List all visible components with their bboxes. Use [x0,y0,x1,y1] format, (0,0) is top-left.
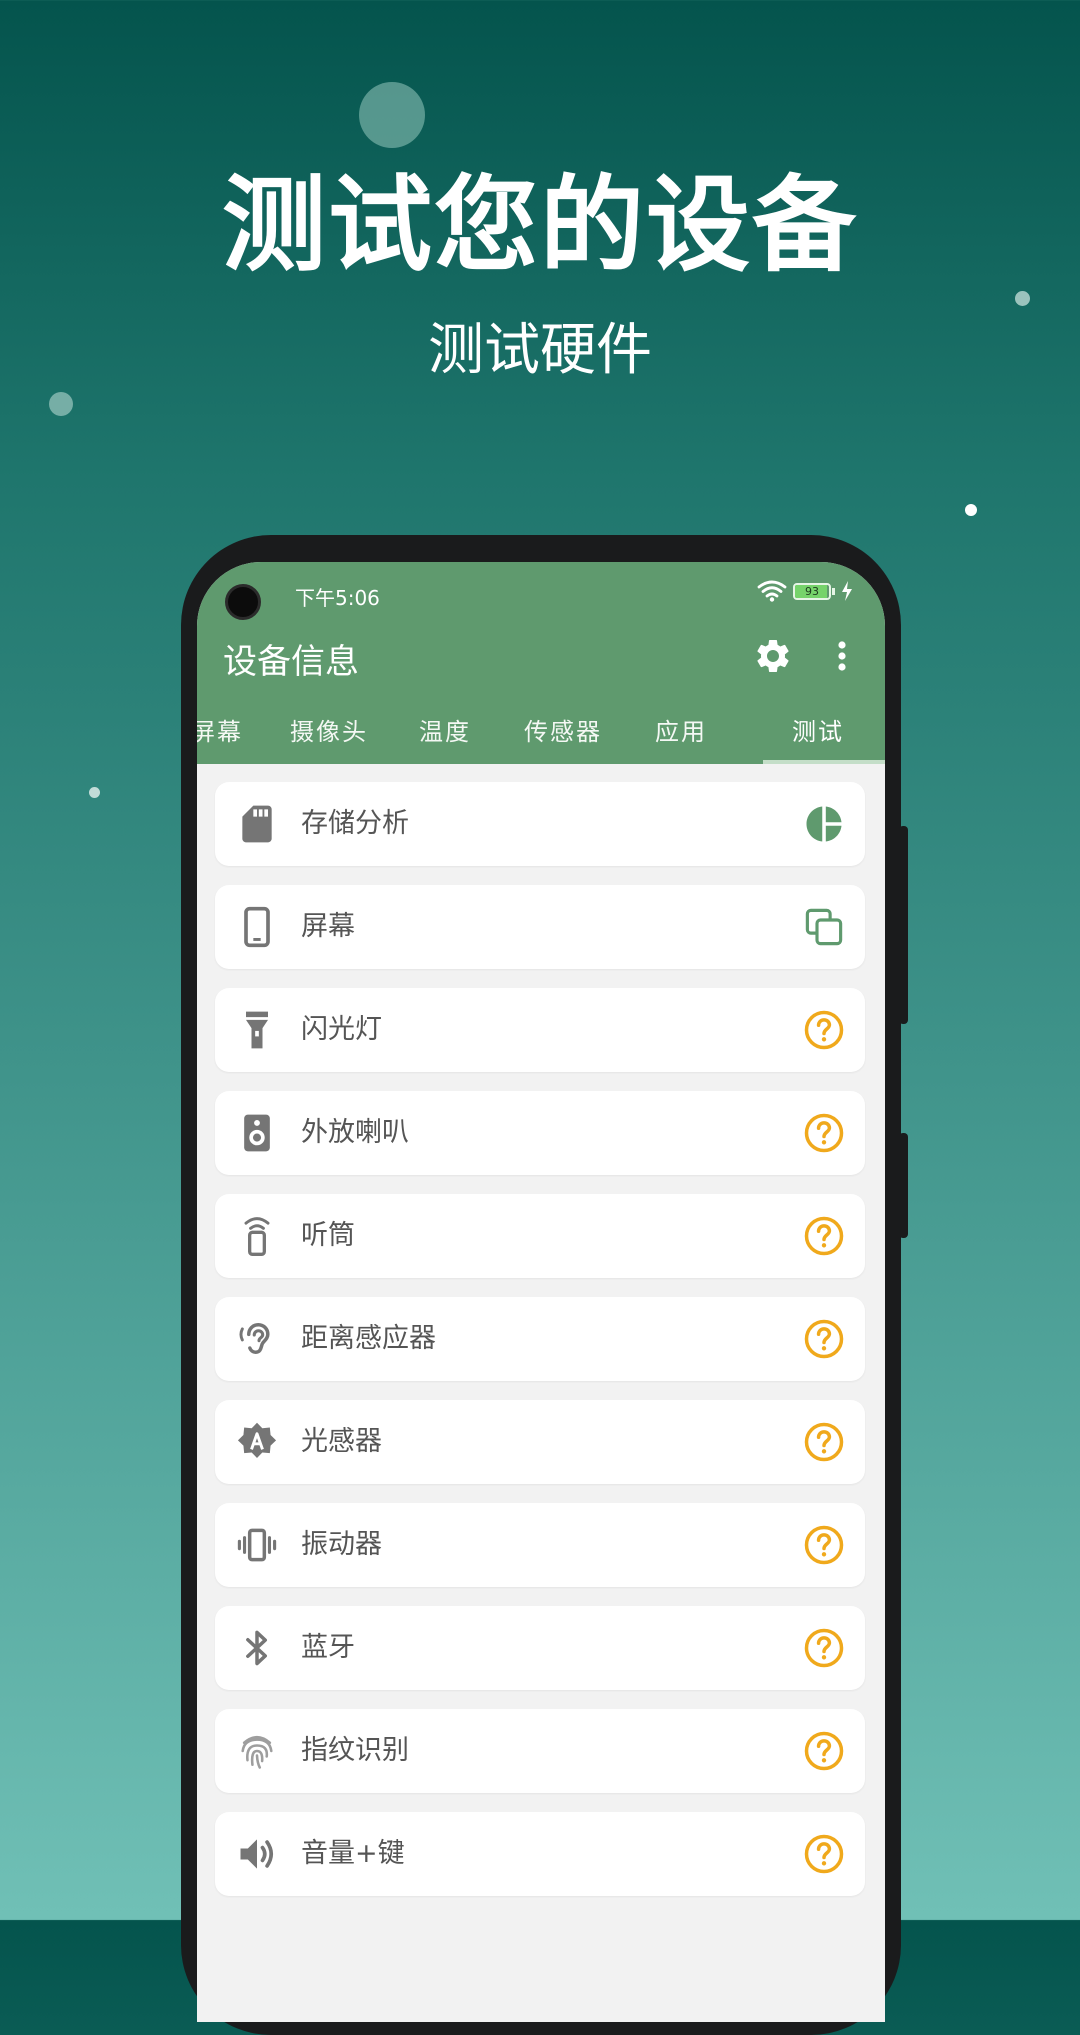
test-item-label: 蓝牙 [301,1632,355,1663]
charging-icon [842,581,852,601]
battery-level: 93 [805,584,819,598]
volume-icon [240,1839,274,1869]
app-title: 设备信息 [223,642,359,682]
tab-indicator [763,760,885,764]
tab-bar: 屏幕 摄像头 温度 传感器 应用 测试 [197,712,885,764]
test-item-vibrator[interactable]: 振动器 [215,1503,865,1587]
tab-screen[interactable]: 屏幕 [197,712,255,764]
test-item-screen[interactable]: 屏幕 [215,885,865,969]
bluetooth-icon [246,1630,267,1666]
decor-dot [359,82,425,148]
promo-headline: 测试您的设备 [221,164,858,286]
question-icon[interactable] [803,1215,845,1257]
decor-dot [89,787,100,798]
question-icon[interactable] [803,1627,845,1669]
more-vert-icon[interactable] [827,636,857,676]
fingerprint-icon [241,1735,273,1769]
question-icon[interactable] [803,1009,845,1051]
question-icon[interactable] [803,1112,845,1154]
test-item-label: 听筒 [301,1220,355,1251]
status-time: 下午5:06 [295,586,380,610]
promo-subheadline: 测试硬件 [428,318,652,383]
test-item-proximity[interactable]: 距离感应器 [215,1297,865,1381]
app-bar: 下午5:06 93 设备信息 屏幕 摄像头 温度 传感器 应用 测试 [197,562,885,764]
question-icon[interactable] [803,1318,845,1360]
phone-frame: 下午5:06 93 设备信息 屏幕 摄像头 温度 传感器 应用 测试 存储分析 … [181,535,901,2035]
phone-screen: 下午5:06 93 设备信息 屏幕 摄像头 温度 传感器 应用 测试 存储分析 … [197,562,885,2022]
pie-chart-icon[interactable] [803,803,845,845]
test-item-light-sensor[interactable]: 光感器 [215,1400,865,1484]
question-icon[interactable] [803,1833,845,1875]
tab-temperature[interactable]: 温度 [395,712,495,764]
test-item-speaker[interactable]: 外放喇叭 [215,1091,865,1175]
test-item-label: 屏幕 [301,911,355,942]
question-icon[interactable] [803,1524,845,1566]
camera-hole [225,584,261,620]
decor-dot [49,392,73,416]
status-icons: 93 [757,580,853,602]
battery-icon: 93 [793,582,835,600]
decor-dot [965,504,977,516]
test-item-label: 音量+键 [301,1838,405,1869]
test-item-label: 振动器 [301,1529,382,1560]
test-item-label: 指纹识别 [301,1735,409,1766]
test-item-label: 距离感应器 [301,1323,436,1354]
ear-icon [239,1322,270,1354]
test-item-label: 存储分析 [301,808,409,839]
gear-icon[interactable] [753,636,793,676]
question-icon[interactable] [803,1730,845,1772]
vibration-icon [237,1528,277,1562]
test-item-earpiece[interactable]: 听筒 [215,1194,865,1278]
tab-camera[interactable]: 摄像头 [271,712,387,764]
test-item-flashlight[interactable]: 闪光灯 [215,988,865,1072]
test-item-label: 闪光灯 [301,1014,382,1045]
test-item-storage[interactable]: 存储分析 [215,782,865,866]
tab-tests[interactable]: 测试 [763,712,873,764]
question-icon[interactable] [803,1421,845,1463]
flashlight-icon [246,1011,268,1049]
wifi-icon [757,580,787,602]
tab-apps[interactable]: 应用 [631,712,731,764]
test-item-label: 光感器 [301,1426,382,1457]
sd-card-icon [242,805,272,843]
test-item-volume-up[interactable]: 音量+键 [215,1812,865,1896]
phone-icon [244,906,270,948]
earpiece-icon [244,1217,270,1256]
test-item-fingerprint[interactable]: 指纹识别 [215,1709,865,1793]
test-item-label: 外放喇叭 [301,1117,409,1148]
copy-icon[interactable] [803,906,845,948]
decor-dot [1015,291,1030,306]
speaker-icon [244,1114,270,1152]
tab-sensors[interactable]: 传感器 [503,712,623,764]
test-item-bluetooth[interactable]: 蓝牙 [215,1606,865,1690]
brightness-auto-icon [237,1422,277,1458]
